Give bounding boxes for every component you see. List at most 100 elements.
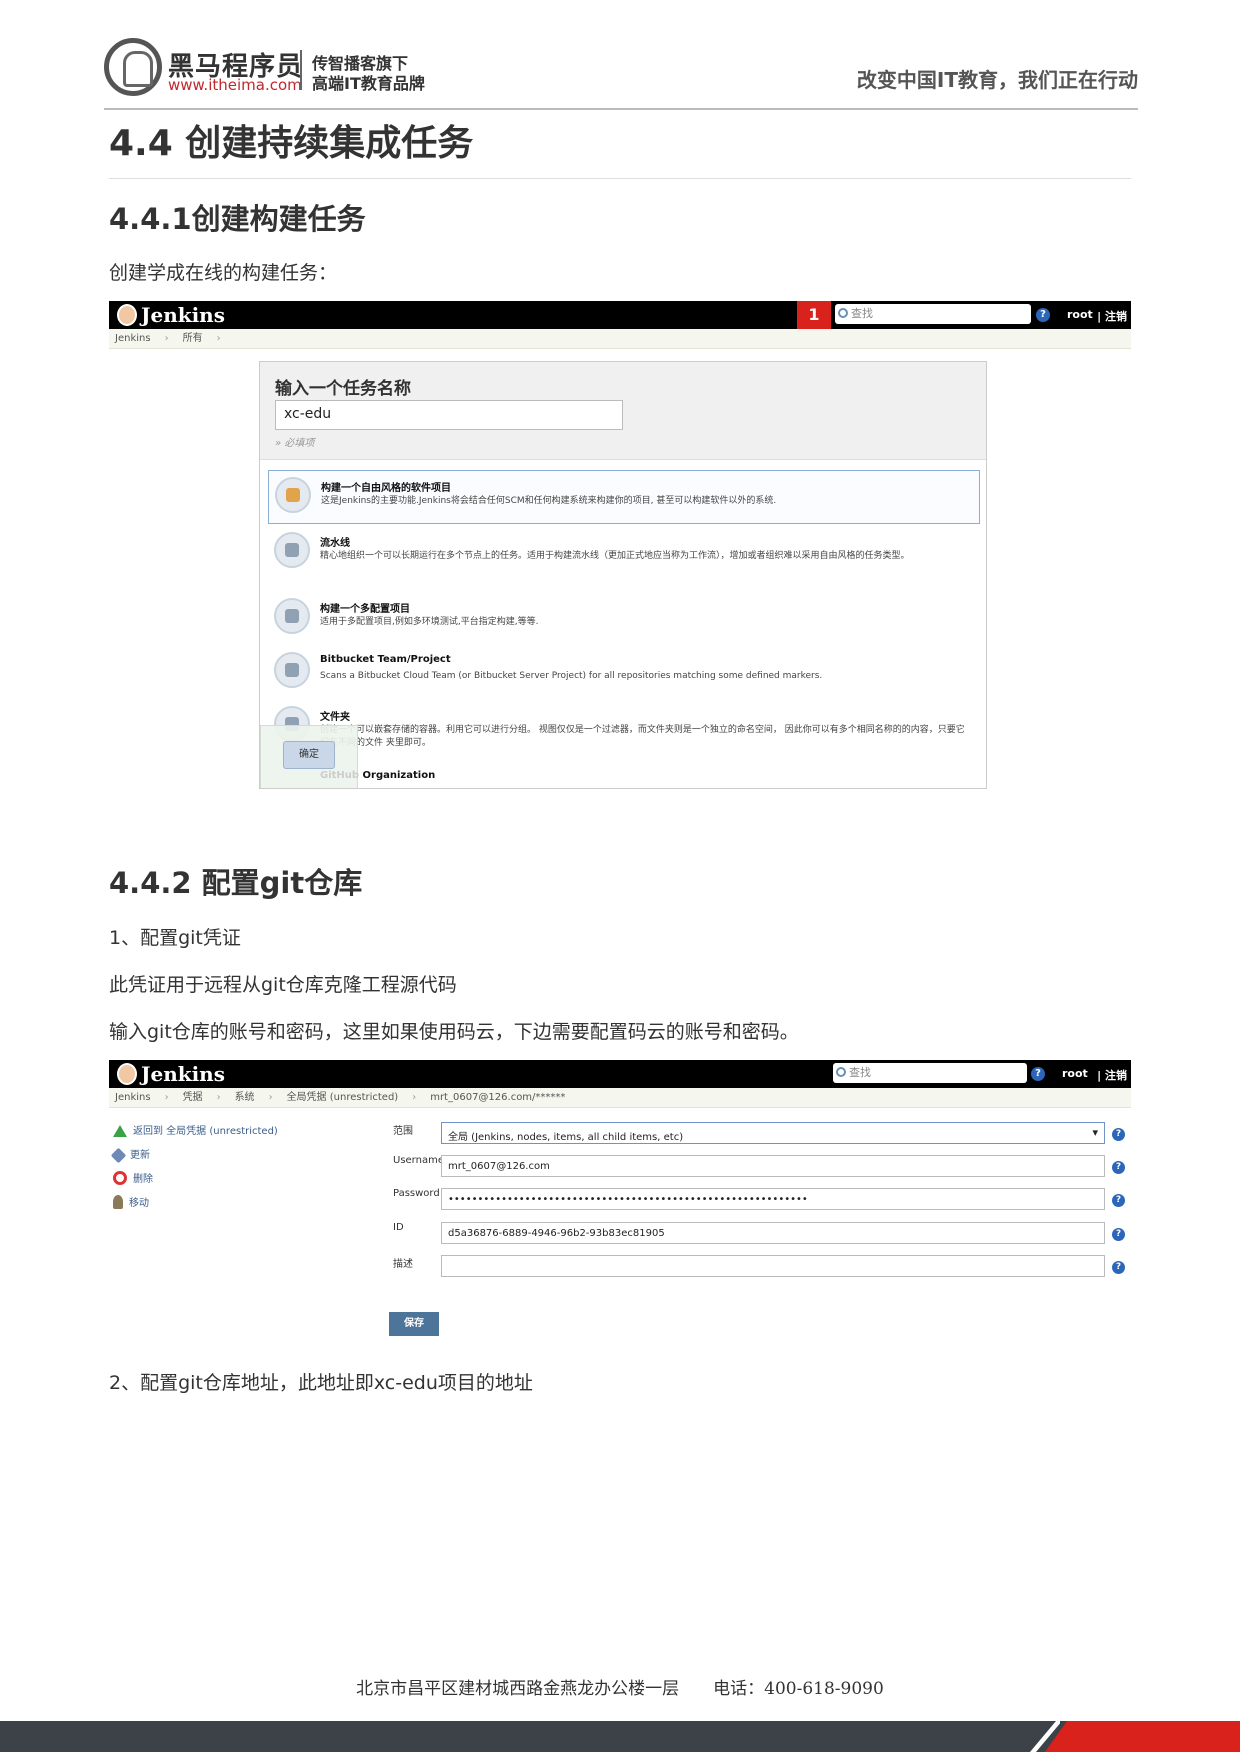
- chevron-right-icon: ›: [216, 333, 221, 344]
- id-label: ID: [393, 1222, 404, 1233]
- help-icon[interactable]: ?: [1112, 1161, 1125, 1174]
- subsection-title-1: 4.4.1创建构建任务: [109, 202, 366, 236]
- item-type-folder[interactable]: 文件夹 创建一个可以嵌套存储的容器。利用它可以进行分组。 视图仅仅是一个过滤器，…: [268, 700, 980, 760]
- item-type-desc: 这是Jenkins的主要功能.Jenkins将会结合任何SCM和任何构建系统来构…: [321, 496, 777, 506]
- breadcrumb-all[interactable]: 所有: [183, 333, 203, 344]
- brand-divider: [300, 50, 302, 90]
- notification-badge[interactable]: 1: [797, 301, 831, 329]
- paragraph-repo-address: 2、配置git仓库地址，此地址即xc-edu项目的地址: [109, 1372, 533, 1394]
- delete-icon: [113, 1171, 127, 1185]
- search-placeholder: 查找: [851, 307, 873, 320]
- password-input[interactable]: ••••••••••••••••••••••••••••••••••••••••…: [441, 1188, 1105, 1210]
- jenkins-butler-icon: [117, 304, 137, 326]
- wrench-icon: [110, 1147, 127, 1164]
- jenkins-new-item-screenshot: Jenkins 1 查找 ? root | 注销 Jenkins › 所有 › 输入一…: [109, 301, 1131, 789]
- subsection-title-2: 4.4.2 配置git仓库: [109, 866, 363, 900]
- side-move-link[interactable]: 移动: [113, 1194, 149, 1209]
- breadcrumb-credential-item[interactable]: mrt_0607@126.com/******: [430, 1092, 565, 1103]
- item-type-title: 构建一个多配置项目: [320, 604, 410, 615]
- item-type-multiconfig[interactable]: 构建一个多配置项目 适用于多配置项目,例如多环境测试,平台指定构建,等等.: [268, 592, 980, 646]
- side-back-link[interactable]: 返回到 全局凭据 (unrestricted): [113, 1122, 278, 1137]
- password-label: Password: [393, 1188, 440, 1199]
- scope-select[interactable]: 全局 (Jenkins, nodes, items, all child ite…: [441, 1122, 1105, 1144]
- paragraph-credential-step: 1、配置git凭证: [109, 927, 241, 949]
- page-header: 黑马程序员 www.itheima.com 传智播客旗下 高端IT教育品牌 改变…: [104, 36, 1138, 110]
- chevron-right-icon: ›: [216, 1092, 221, 1103]
- chevron-right-icon: ›: [268, 1092, 273, 1103]
- intro-paragraph: 创建学成在线的构建任务：: [109, 262, 338, 284]
- jenkins-logo-text: Jenkins: [141, 303, 225, 327]
- search-icon: [836, 1067, 846, 1077]
- search-input[interactable]: 查找: [833, 1063, 1027, 1083]
- footer-address: 北京市昌平区建材城西路金燕龙办公楼一层 电话：400-618-9090: [356, 1679, 884, 1699]
- paragraph-credential-purpose: 此凭证用于远程从git仓库克隆工程源代码: [109, 974, 457, 996]
- required-hint: » 必填项: [275, 438, 315, 449]
- item-type-github-org[interactable]: GitHub Organization: [320, 770, 435, 781]
- item-type-pipeline[interactable]: 流水线 精心地组织一个可以长期运行在多个节点上的任务。适用于构建流水线（更加正式…: [268, 526, 980, 580]
- breadcrumb-system[interactable]: 系统: [235, 1092, 255, 1103]
- side-update-link[interactable]: 更新: [110, 1146, 150, 1164]
- help-icon[interactable]: ?: [1112, 1194, 1125, 1207]
- new-item-panel: 输入一个任务名称 xc-edu » 必填项 构建一个自由风格的软件项目 这是Je…: [259, 361, 987, 789]
- search-input[interactable]: 查找: [835, 304, 1031, 324]
- breadcrumb-global[interactable]: 全局凭据 (unrestricted): [287, 1092, 399, 1103]
- save-button[interactable]: 保存: [389, 1312, 439, 1336]
- breadcrumb-jenkins[interactable]: Jenkins: [115, 333, 151, 344]
- breadcrumb: Jenkins › 所有 ›: [109, 329, 1131, 349]
- help-icon[interactable]: ?: [1112, 1228, 1125, 1241]
- item-type-title: 文件夹: [320, 712, 350, 723]
- paragraph-credential-input: 输入git仓库的账号和密码，这里如果使用码云，下边需要配置码云的账号和密码。: [109, 1021, 799, 1043]
- breadcrumb-jenkins[interactable]: Jenkins: [115, 1092, 151, 1103]
- search-icon: [838, 308, 848, 318]
- breadcrumb: Jenkins › 凭据 › 系统 › 全局凭据 (unrestricted) › mrt_06…: [109, 1088, 1131, 1108]
- breadcrumb-credentials[interactable]: 凭据: [183, 1092, 203, 1103]
- item-type-title: 构建一个自由风格的软件项目: [321, 483, 451, 494]
- footer-accent: [1045, 1721, 1240, 1752]
- side-delete-link[interactable]: 删除: [113, 1170, 153, 1185]
- arrow-up-icon: [113, 1125, 127, 1137]
- help-icon[interactable]: ?: [1112, 1128, 1125, 1141]
- description-label: 描述: [393, 1259, 413, 1270]
- jenkins-top-bar: Jenkins 查找 ? root | 注销: [109, 1060, 1131, 1088]
- brand-subtitle-2: 高端IT教育品牌: [312, 74, 425, 93]
- pipeline-icon: [274, 532, 310, 568]
- username-input[interactable]: mrt_0607@126.com: [441, 1155, 1105, 1177]
- jenkins-top-bar: Jenkins 1 查找 ? root | 注销: [109, 301, 1131, 329]
- user-link[interactable]: root: [1062, 1067, 1088, 1080]
- chevron-right-icon: ›: [412, 1092, 417, 1103]
- jenkins-logo[interactable]: Jenkins: [117, 1062, 225, 1086]
- ok-button[interactable]: 确定: [283, 741, 335, 769]
- jenkins-credentials-screenshot: Jenkins 查找 ? root | 注销 Jenkins › 凭据 › 系统 › 全局凭…: [109, 1060, 1131, 1340]
- github-suffix: Organization: [359, 770, 436, 781]
- item-name-section: 输入一个任务名称 xc-edu » 必填项: [260, 362, 986, 460]
- item-name-input[interactable]: xc-edu: [275, 400, 623, 430]
- logout-link[interactable]: | 注销: [1097, 1067, 1127, 1083]
- horse-logo-icon: [104, 38, 162, 96]
- slogan: 改变中国IT教育，我们正在行动: [856, 68, 1138, 92]
- bitbucket-icon: [274, 652, 310, 688]
- scope-label: 范围: [393, 1126, 413, 1137]
- item-type-desc: 适用于多配置项目,例如多环境测试,平台指定构建,等等.: [320, 617, 539, 627]
- side-link-label: 删除: [133, 1174, 153, 1185]
- id-input[interactable]: d5a36876-6889-4946-96b2-93b83ec81905: [441, 1222, 1105, 1244]
- item-type-title: Bitbucket Team/Project: [320, 654, 451, 665]
- multi-config-icon: [274, 598, 310, 634]
- item-type-freestyle[interactable]: 构建一个自由风格的软件项目 这是Jenkins的主要功能.Jenkins将会结合…: [268, 470, 980, 524]
- logout-link[interactable]: | 注销: [1097, 308, 1127, 324]
- item-type-bitbucket[interactable]: Bitbucket Team/Project Scans a Bitbucket…: [268, 646, 980, 700]
- description-input[interactable]: [441, 1255, 1105, 1277]
- freestyle-project-icon: [275, 477, 311, 513]
- side-link-label: 移动: [129, 1198, 149, 1209]
- user-link[interactable]: root: [1067, 308, 1093, 321]
- help-icon[interactable]: ?: [1031, 1067, 1045, 1081]
- jenkins-butler-icon: [117, 1063, 137, 1085]
- help-icon[interactable]: ?: [1036, 308, 1050, 322]
- side-link-label: 返回到 全局凭据 (unrestricted): [133, 1126, 278, 1137]
- item-name-label: 输入一个任务名称: [275, 379, 411, 399]
- item-type-desc: 精心地组织一个可以长期运行在多个节点上的任务。适用于构建流水线（更加正式地应当称…: [320, 551, 910, 561]
- jenkins-logo[interactable]: Jenkins: [117, 303, 225, 327]
- help-icon[interactable]: ?: [1112, 1261, 1125, 1274]
- chevron-right-icon: ›: [164, 1092, 169, 1103]
- item-type-desc: Scans a Bitbucket Cloud Team (or Bitbuck…: [320, 671, 823, 681]
- side-link-label: 更新: [130, 1150, 150, 1161]
